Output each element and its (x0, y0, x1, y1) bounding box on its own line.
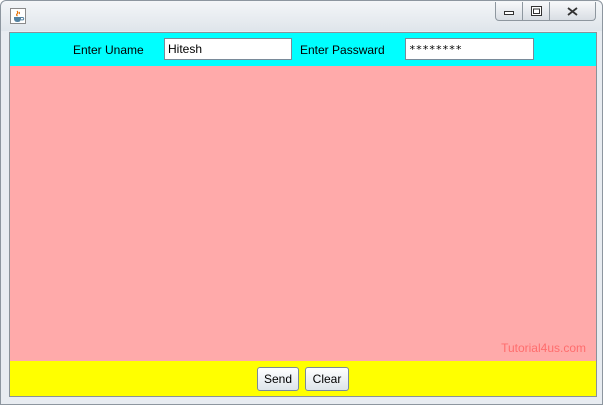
close-button[interactable] (550, 2, 596, 21)
password-field[interactable] (405, 38, 534, 60)
frame-content: Enter Uname Enter Passward Tutorial4us.c… (9, 32, 597, 397)
close-icon (567, 6, 578, 16)
watermark-text: Tutorial4us.com (501, 341, 586, 355)
restore-icon (530, 6, 542, 16)
login-panel: Enter Uname Enter Passward (10, 33, 596, 66)
uname-label: Enter Uname (73, 43, 144, 57)
uname-field[interactable] (164, 38, 292, 60)
window-controls (495, 2, 596, 21)
app-window: Enter Uname Enter Passward Tutorial4us.c… (0, 0, 603, 405)
restore-button[interactable] (523, 2, 550, 21)
password-label: Enter Passward (300, 43, 385, 57)
clear-button[interactable]: Clear (305, 367, 349, 391)
java-cup-icon[interactable] (10, 8, 26, 24)
message-area: Tutorial4us.com (10, 66, 596, 361)
send-button[interactable]: Send (257, 367, 299, 391)
minimize-button[interactable] (495, 2, 523, 21)
minimize-icon (504, 11, 514, 15)
button-panel: Send Clear (10, 361, 596, 396)
title-bar[interactable] (1, 1, 602, 31)
